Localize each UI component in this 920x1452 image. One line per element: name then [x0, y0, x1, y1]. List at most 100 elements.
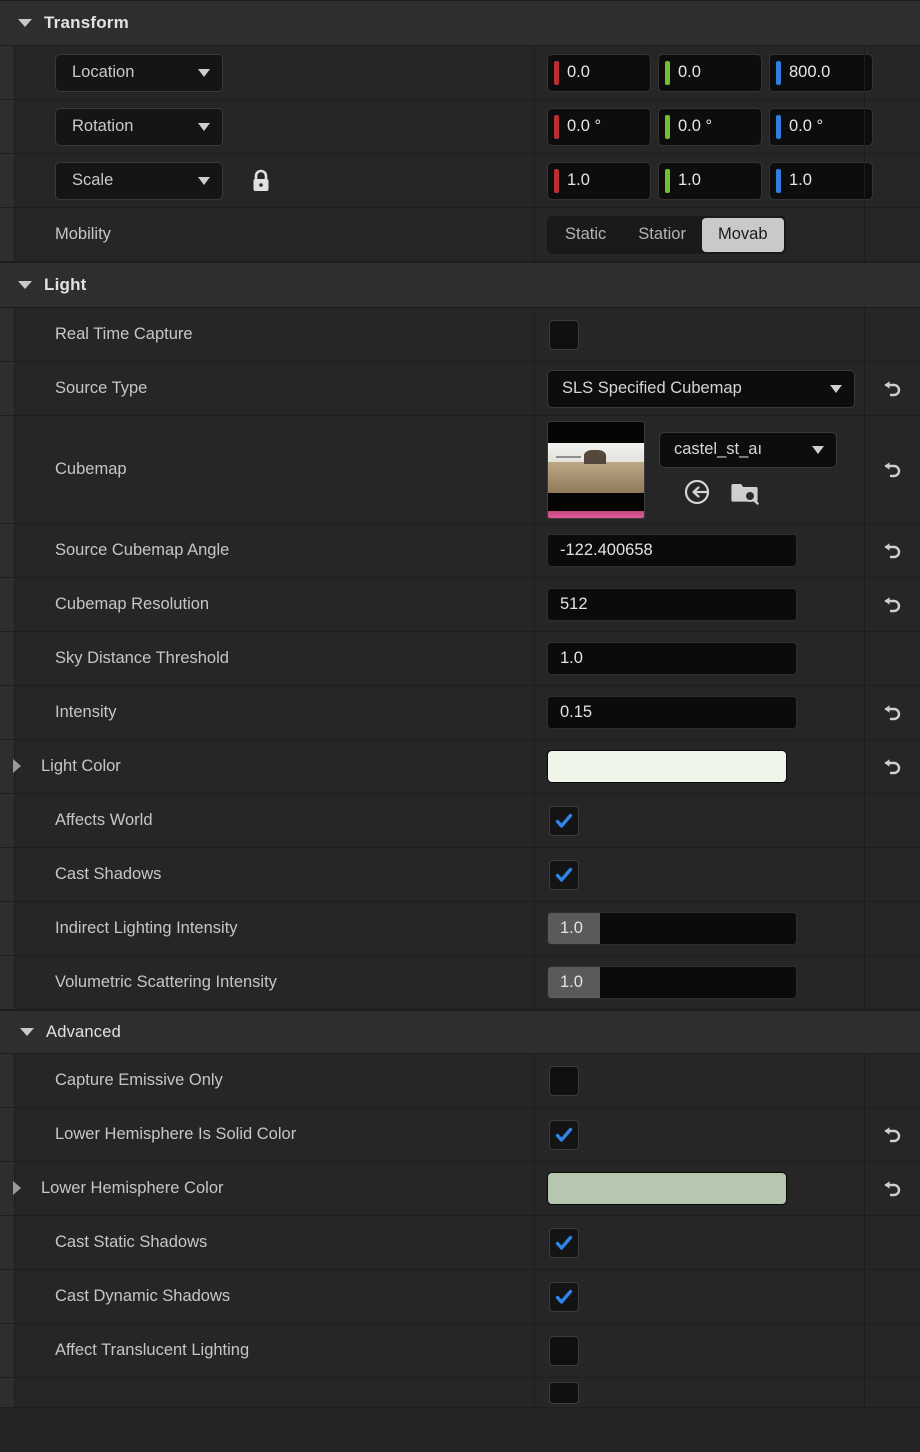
location-combo-button[interactable]: Location [55, 53, 223, 92]
scale-z-input[interactable]: 1.0 [769, 161, 873, 200]
cast-dynamic-shadows-name-cell: Cast Dynamic Shadows [15, 1270, 535, 1323]
source-type-dropdown[interactable]: SLS Specified Cubemap [547, 369, 855, 408]
cast-dynamic-shadows-checkbox[interactable] [549, 1281, 579, 1312]
cast-shadows-checkbox[interactable] [549, 859, 579, 890]
browse-to-asset-icon[interactable] [729, 476, 761, 508]
scale-y-value: 1.0 [678, 171, 701, 189]
cast-dynamic-shadows-label: Cast Dynamic Shadows [55, 1287, 231, 1305]
indent-strip [0, 686, 15, 739]
rotation-y-input[interactable]: 0.0 ° [658, 107, 762, 146]
indent-strip [0, 1324, 15, 1377]
mobility-option-static[interactable]: Static [549, 218, 622, 252]
real-time-capture-checkbox[interactable] [549, 319, 579, 350]
capture-emissive-only-checkbox[interactable] [549, 1065, 579, 1096]
scale-y-input[interactable]: 1.0 [658, 161, 762, 200]
lower-hemisphere-is-solid-color-checkbox[interactable] [549, 1119, 579, 1150]
axis-z-indicator [776, 114, 781, 139]
lower-hemisphere-is-solid-color-label: Lower Hemisphere Is Solid Color [55, 1125, 297, 1143]
column-separator [864, 524, 865, 577]
chevron-down-icon[interactable] [812, 445, 824, 454]
section-header-advanced[interactable]: Advanced [0, 1010, 920, 1054]
row-cast-static-shadows: Cast Static Shadows [0, 1216, 920, 1270]
cast-shadows-value-cell [535, 848, 920, 901]
mobility-option-stationary[interactable]: Statior [622, 218, 702, 252]
rotation-x-input[interactable]: 0.0 ° [547, 107, 651, 146]
chevron-down-icon[interactable] [20, 1025, 34, 1039]
real-time-capture-name-cell: Real Time Capture [15, 308, 535, 361]
partial-next-checkbox[interactable] [549, 1381, 579, 1404]
section-header-light[interactable]: Light [0, 262, 920, 308]
cubemap-resolution-input[interactable]: 512 [547, 588, 797, 621]
row-indirect-lighting-intensity: Indirect Lighting Intensity 1.0 [0, 902, 920, 956]
use-selected-asset-icon[interactable] [681, 476, 713, 508]
intensity-input[interactable]: 0.15 [547, 696, 797, 729]
rotation-name-cell: Rotation [15, 100, 535, 153]
affects-world-checkbox[interactable] [549, 805, 579, 836]
scale-x-input[interactable]: 1.0 [547, 161, 651, 200]
axis-x-indicator [554, 114, 559, 139]
cubemap-thumbnail[interactable] [547, 420, 645, 519]
column-separator [864, 1216, 865, 1269]
row-affect-translucent-lighting: Affect Translucent Lighting [0, 1324, 920, 1378]
column-separator [864, 416, 865, 523]
location-name-cell: Location [15, 46, 535, 99]
scale-combo-button[interactable]: Scale [55, 161, 223, 200]
chevron-down-icon[interactable] [198, 176, 210, 185]
cast-static-shadows-checkbox[interactable] [549, 1227, 579, 1258]
revert-arrow-icon[interactable] [878, 457, 904, 483]
volumetric-scattering-intensity-value-cell: 1.0 [535, 956, 920, 1009]
scale-label: Scale [72, 171, 114, 189]
revert-arrow-icon[interactable] [878, 1176, 904, 1202]
section-header-transform[interactable]: Transform [0, 0, 920, 46]
lock-icon[interactable] [249, 168, 273, 194]
column-separator [864, 902, 865, 955]
chevron-down-icon[interactable] [830, 384, 842, 393]
volumetric-scattering-intensity-name-cell: Volumetric Scattering Intensity [15, 956, 535, 1009]
rotation-combo-button[interactable]: Rotation [55, 107, 223, 146]
indent-strip [0, 1216, 15, 1269]
column-separator [864, 46, 865, 99]
revert-arrow-icon[interactable] [878, 700, 904, 726]
location-x-input[interactable]: 0.0 [547, 53, 651, 92]
affects-world-label: Affects World [55, 811, 153, 829]
volumetric-scattering-intensity-slider[interactable]: 1.0 [547, 966, 797, 999]
light-color-name-cell: Light Color [15, 740, 535, 793]
row-intensity: Intensity 0.15 [0, 686, 920, 740]
mobility-option-movable[interactable]: Movab [701, 217, 784, 252]
source-type-name-cell: Source Type [15, 362, 535, 415]
revert-arrow-icon[interactable] [878, 592, 904, 618]
cubemap-value-cell: castel_st_aı [535, 416, 920, 523]
revert-arrow-icon[interactable] [878, 538, 904, 564]
column-separator [864, 1378, 865, 1407]
row-partial-next [0, 1378, 920, 1408]
location-z-input[interactable]: 800.0 [769, 53, 873, 92]
location-y-input[interactable]: 0.0 [658, 53, 762, 92]
cubemap-asset-name: castel_st_aı [674, 440, 763, 458]
location-label: Location [72, 63, 135, 81]
intensity-value-cell: 0.15 [535, 686, 920, 739]
lower-hemisphere-color-swatch[interactable] [547, 1172, 787, 1205]
chevron-down-icon[interactable] [18, 278, 32, 292]
checkmark-icon [555, 813, 573, 828]
chevron-down-icon[interactable] [198, 122, 210, 131]
mobility-value-cell: Static Statior Movab [535, 208, 920, 261]
checkmark-icon [555, 867, 573, 882]
chevron-down-icon[interactable] [198, 68, 210, 77]
revert-arrow-icon[interactable] [878, 376, 904, 402]
indent-strip [0, 362, 15, 415]
source-cubemap-angle-input[interactable]: -122.400658 [547, 534, 797, 567]
revert-arrow-icon[interactable] [878, 754, 904, 780]
indirect-lighting-intensity-slider[interactable]: 1.0 [547, 912, 797, 945]
row-cubemap-resolution: Cubemap Resolution 512 [0, 578, 920, 632]
chevron-down-icon[interactable] [18, 16, 32, 30]
column-separator [864, 740, 865, 793]
cubemap-asset-picker[interactable]: castel_st_aı [659, 431, 837, 468]
light-color-swatch[interactable] [547, 750, 787, 783]
location-x-value: 0.0 [567, 63, 590, 81]
revert-arrow-icon[interactable] [878, 1122, 904, 1148]
sky-distance-threshold-input[interactable]: 1.0 [547, 642, 797, 675]
column-separator [864, 1162, 865, 1215]
rotation-z-input[interactable]: 0.0 ° [769, 107, 873, 146]
affect-translucent-lighting-checkbox[interactable] [549, 1335, 579, 1366]
column-separator [864, 1108, 865, 1161]
